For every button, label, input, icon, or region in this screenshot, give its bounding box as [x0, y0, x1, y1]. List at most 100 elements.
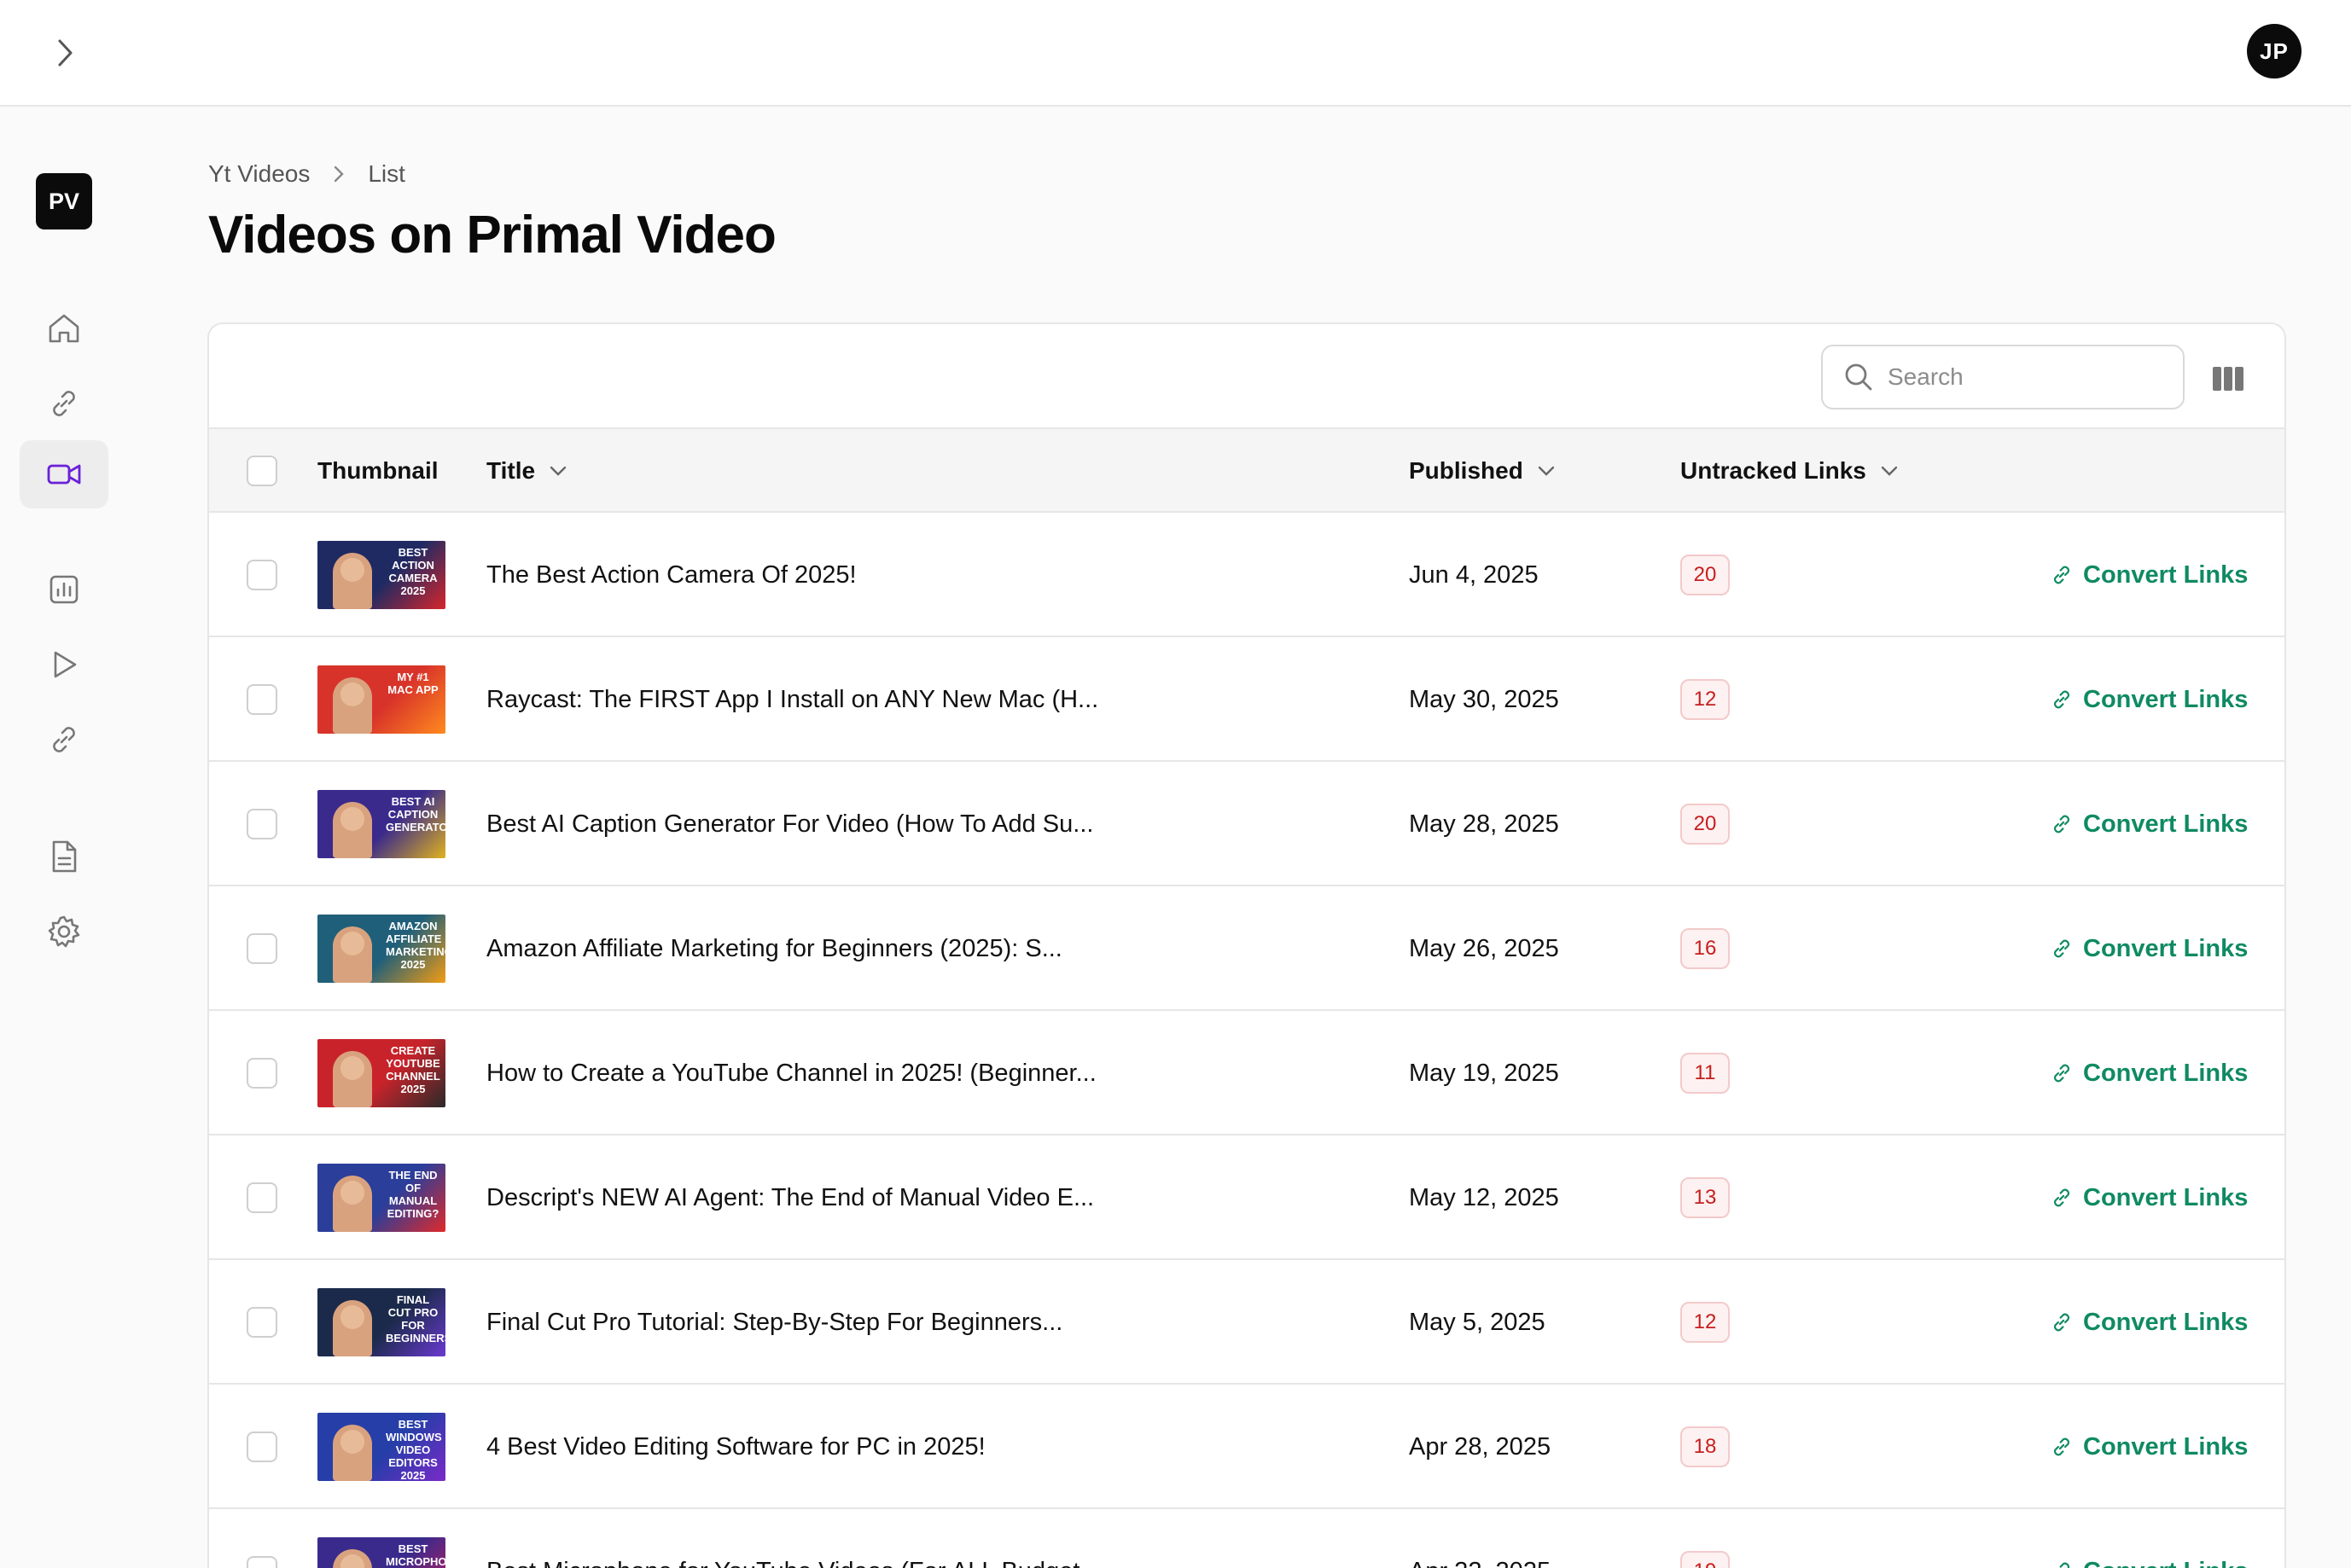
- published-date: Apr 28, 2025: [1409, 1432, 1551, 1461]
- video-title[interactable]: Amazon Affiliate Marketing for Beginners…: [486, 886, 1062, 1011]
- sidebar-item-player[interactable]: [20, 630, 108, 699]
- video-thumbnail[interactable]: MY #1 MAC APP: [317, 665, 445, 734]
- video-thumbnail[interactable]: THE END OF MANUAL EDITING?: [317, 1164, 445, 1232]
- table-row[interactable]: THE END OF MANUAL EDITING? Descript's NEW…: [209, 1135, 2284, 1260]
- video-thumbnail[interactable]: BEST AI CAPTION GENERATOR: [317, 790, 445, 858]
- published-date: May 28, 2025: [1409, 810, 1559, 838]
- video-title[interactable]: Final Cut Pro Tutorial: Step-By-Step For…: [486, 1260, 1062, 1385]
- untracked-links-badge: 12: [1680, 679, 1730, 720]
- thumbnail-presenter: [333, 553, 372, 609]
- convert-links-button[interactable]: Convert Links: [2049, 1184, 2248, 1212]
- convert-links-label: Convert Links: [2083, 1432, 2249, 1461]
- published-date: May 5, 2025: [1409, 1308, 1545, 1336]
- table-row[interactable]: BEST AI CAPTION GENERATOR Best AI Caption…: [209, 762, 2284, 886]
- convert-links-button[interactable]: Convert Links: [2049, 1060, 2248, 1088]
- video-thumbnail[interactable]: BEST ACTION CAMERA 2025: [317, 541, 445, 609]
- search-input[interactable]: [1888, 363, 2161, 391]
- video-thumbnail[interactable]: CREATE YOUTUBE CHANNEL 2025: [317, 1039, 445, 1107]
- thumbnail-caption: AMAZON AFFILIATE MARKETING 2025: [386, 920, 445, 971]
- link-icon: [2054, 566, 2069, 584]
- video-title[interactable]: 4 Best Video Editing Software for PC in …: [486, 1385, 986, 1509]
- document-icon: [52, 840, 77, 873]
- table-row[interactable]: CREATE YOUTUBE CHANNEL 2025 How to Create…: [209, 1011, 2284, 1135]
- link-icon: [2054, 939, 2069, 958]
- expand-sidebar-button[interactable]: [46, 34, 84, 72]
- convert-links-label: Convert Links: [2083, 934, 2249, 962]
- columns-toggle-button[interactable]: [2209, 362, 2247, 396]
- convert-links-label: Convert Links: [2083, 1558, 2248, 1568]
- table-row[interactable]: BEST WINDOWS VIDEO EDITORS 2025 4 Best Vi…: [209, 1385, 2284, 1509]
- untracked-links-badge: 19: [1680, 1551, 1730, 1568]
- videos-table: Thumbnail Title Published Untracked Link…: [207, 322, 2286, 1568]
- table-row[interactable]: MY #1 MAC APP Raycast: The FIRST App I In…: [209, 637, 2284, 762]
- row-checkbox[interactable]: [247, 684, 277, 715]
- convert-links-label: Convert Links: [2083, 1183, 2249, 1211]
- select-all-checkbox[interactable]: [247, 456, 277, 486]
- link-icon: [2054, 1188, 2069, 1207]
- row-checkbox[interactable]: [247, 1432, 277, 1462]
- page-title: Videos on Primal Video: [208, 206, 777, 264]
- sidebar-item-link-tools[interactable]: [20, 706, 108, 774]
- sidebar-item-analytics[interactable]: [20, 555, 108, 624]
- thumbnail-caption: THE END OF MANUAL EDITING?: [387, 1169, 439, 1220]
- sidebar-item-links[interactable]: [20, 369, 108, 438]
- row-checkbox[interactable]: [247, 560, 277, 590]
- table-toolbar: [209, 324, 2284, 429]
- chevron-down-icon[interactable]: [1880, 465, 1899, 477]
- link-icon: [2059, 1562, 2069, 1568]
- sidebar-item-videos[interactable]: [20, 440, 108, 508]
- published-date: May 19, 2025: [1409, 1059, 1559, 1087]
- video-title[interactable]: Best Microphone for YouTube Videos (For …: [486, 1509, 1101, 1568]
- table-row[interactable]: BEST MICROPHONE Best Microphone for YouTu…: [209, 1509, 2284, 1568]
- row-checkbox[interactable]: [247, 1307, 277, 1338]
- video-thumbnail[interactable]: BEST WINDOWS VIDEO EDITORS 2025: [317, 1413, 445, 1481]
- table-row[interactable]: FINAL CUT PRO FOR BEGINNERS Final Cut Pro…: [209, 1260, 2284, 1385]
- breadcrumb-parent-link[interactable]: Yt Videos: [208, 160, 310, 188]
- row-checkbox[interactable]: [247, 1182, 277, 1213]
- convert-links-button[interactable]: Convert Links: [2049, 935, 2248, 963]
- convert-links-button[interactable]: Convert Links: [2049, 1558, 2248, 1568]
- convert-links-button[interactable]: Convert Links: [2049, 686, 2248, 714]
- thumbnail-presenter: [333, 1549, 372, 1568]
- video-title[interactable]: How to Create a YouTube Channel in 2025!…: [486, 1011, 1097, 1135]
- search-field[interactable]: [1821, 345, 2185, 409]
- chevron-down-icon[interactable]: [549, 465, 567, 477]
- convert-links-button[interactable]: Convert Links: [2049, 1433, 2248, 1461]
- sidebar-item-home[interactable]: [20, 294, 108, 363]
- chevron-down-icon[interactable]: [1537, 465, 1556, 477]
- row-checkbox[interactable]: [247, 1058, 277, 1089]
- column-untracked-links[interactable]: Untracked Links: [1680, 429, 1899, 513]
- gear-icon: [48, 915, 80, 948]
- convert-links-button[interactable]: Convert Links: [2049, 1309, 2248, 1337]
- row-checkbox[interactable]: [247, 1556, 277, 1568]
- thumbnail-presenter: [333, 802, 372, 858]
- sidebar: PV: [0, 108, 128, 1568]
- home-icon: [49, 314, 79, 343]
- video-title[interactable]: Descript's NEW AI Agent: The End of Manu…: [486, 1135, 1094, 1260]
- video-thumbnail[interactable]: AMAZON AFFILIATE MARKETING 2025: [317, 915, 445, 983]
- untracked-links-badge: 13: [1680, 1177, 1730, 1218]
- video-title[interactable]: Raycast: The FIRST App I Install on ANY …: [486, 637, 1098, 762]
- untracked-links-badge: 16: [1680, 928, 1730, 969]
- column-published-label: Published: [1409, 457, 1523, 484]
- thumbnail-caption: BEST ACTION CAMERA 2025: [388, 546, 438, 597]
- table-row[interactable]: BEST ACTION CAMERA 2025 The Best Action C…: [209, 513, 2284, 637]
- video-thumbnail[interactable]: FINAL CUT PRO FOR BEGINNERS: [317, 1288, 445, 1356]
- column-title[interactable]: Title: [486, 429, 567, 513]
- video-camera-icon: [47, 464, 81, 485]
- table-row[interactable]: AMAZON AFFILIATE MARKETING 2025 Amazon Af…: [209, 886, 2284, 1011]
- row-checkbox[interactable]: [247, 933, 277, 964]
- brand-logo[interactable]: PV: [36, 173, 92, 229]
- row-checkbox[interactable]: [247, 809, 277, 839]
- video-title[interactable]: Best AI Caption Generator For Video (How…: [486, 762, 1093, 886]
- column-published[interactable]: Published: [1409, 429, 1556, 513]
- thumbnail-caption: CREATE YOUTUBE CHANNEL 2025: [386, 1044, 440, 1095]
- video-title[interactable]: The Best Action Camera Of 2025!: [486, 513, 857, 637]
- sidebar-item-settings[interactable]: [20, 897, 108, 966]
- untracked-links-badge: 20: [1680, 555, 1730, 595]
- sidebar-item-documents[interactable]: [20, 822, 108, 891]
- video-thumbnail[interactable]: BEST MICROPHONE: [317, 1537, 445, 1568]
- convert-links-button[interactable]: Convert Links: [2049, 810, 2248, 839]
- user-avatar[interactable]: JP: [2247, 24, 2302, 78]
- convert-links-button[interactable]: Convert Links: [2049, 561, 2248, 589]
